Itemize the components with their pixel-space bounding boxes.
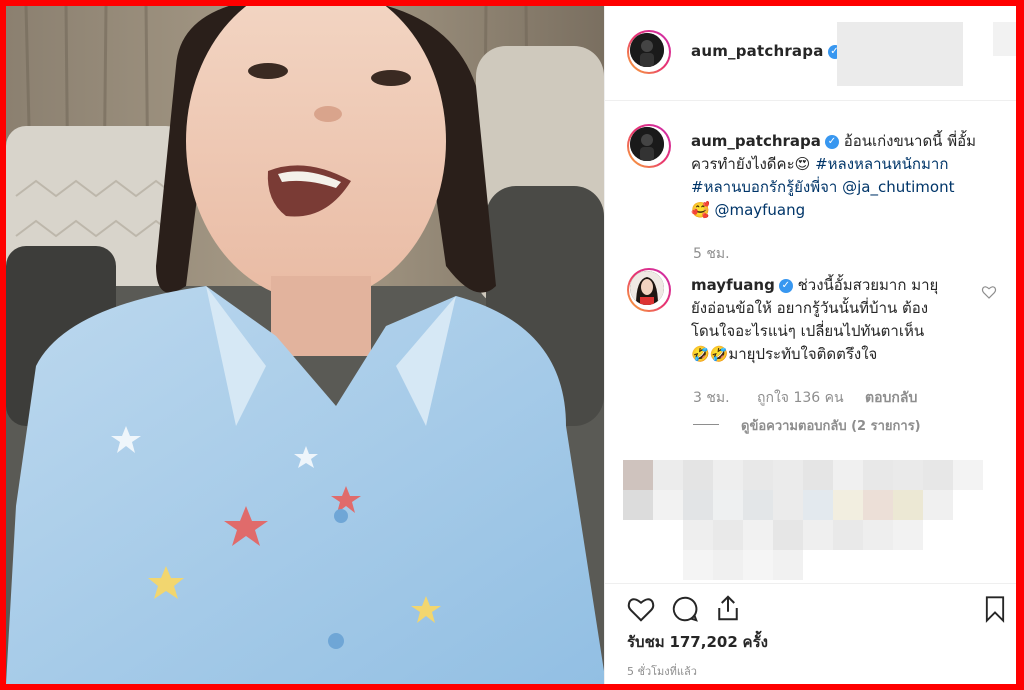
comment-line3: โดนใจอะไรแน่ๆ เปลี่ยนไปทันตาเห็น	[691, 322, 925, 340]
post-sidebar: aum_patchrapa ✓ aum_patchrapa ✓ อ้อนเก่งขน…	[604, 6, 1016, 684]
reply-button[interactable]: ตอบกลับ	[865, 387, 917, 409]
post-video[interactable]	[6, 6, 604, 684]
pixelated-comments	[623, 460, 999, 580]
view-count[interactable]: รับชม 177,202 ครั้ง	[627, 630, 768, 654]
blurred-area	[993, 22, 1016, 56]
heart-icon[interactable]	[625, 594, 657, 624]
mention-link[interactable]: @ja_chutimont	[842, 178, 954, 196]
caption-line2: ควรทำยังไงดีคะ	[691, 155, 795, 173]
heart-eyes-emoji: 😍	[794, 155, 811, 173]
blurred-area	[837, 22, 963, 86]
share-icon[interactable]	[713, 592, 743, 624]
mention-link[interactable]: @mayfuang	[714, 201, 805, 219]
comment-line2: ยังอ่อนข้อให้ อยากรู้วันนั้นที่บ้าน ต้อง	[691, 299, 929, 317]
views-unit: ครั้ง	[742, 633, 768, 651]
comment-icon[interactable]	[669, 594, 701, 624]
caption-time[interactable]: 5 ชม.	[693, 243, 730, 265]
view-replies-button[interactable]: ดูข้อความตอบกลับ (2 รายการ)	[741, 415, 921, 436]
comment: mayfuang ✓ ช่วงนี้อั้มสวยมาก มายุ ยังอ่อน…	[691, 274, 991, 366]
verified-icon: ✓	[778, 278, 793, 293]
video-frame-illustration	[6, 6, 604, 684]
header-username-text[interactable]: aum_patchrapa	[691, 42, 824, 60]
author-avatar[interactable]	[627, 30, 671, 74]
verified-icon: ✓	[824, 134, 839, 149]
heart-small-icon[interactable]	[981, 284, 997, 300]
caption-username[interactable]: aum_patchrapa	[691, 132, 821, 150]
caption-avatar[interactable]	[627, 124, 671, 168]
hashtag-link[interactable]: #หลงหลานหนักมาก	[815, 155, 948, 173]
laughing-emoji: 🤣🤣	[691, 345, 729, 363]
red-frame: aum_patchrapa ✓ aum_patchrapa ✓ อ้อนเก่งขน…	[0, 0, 1024, 690]
views-label: รับชม	[627, 633, 665, 651]
comment-line1: ช่วงนี้อั้มสวยมาก มายุ	[797, 276, 939, 294]
smiling-hearts-emoji: 🥰	[691, 201, 710, 219]
comment-username[interactable]: mayfuang	[691, 276, 775, 294]
caption-line1: อ้อนเก่งขนาดนี้ พี่อั้ม	[843, 132, 976, 150]
comment-time[interactable]: 3 ชม.	[693, 387, 730, 409]
instagram-post: aum_patchrapa ✓ aum_patchrapa ✓ อ้อนเก่งขน…	[6, 6, 1016, 684]
commenter-avatar[interactable]	[627, 268, 671, 312]
action-bar	[605, 583, 1016, 634]
post-timestamp[interactable]: 5 ชั่วโมงที่แล้ว	[627, 662, 697, 680]
post-header: aum_patchrapa ✓	[605, 6, 1016, 101]
comment-likes[interactable]: ถูกใจ 136 คน	[757, 387, 844, 409]
hashtag-link[interactable]: #หลานบอกรักรู้ยังพี่จา	[691, 178, 837, 196]
header-username[interactable]: aum_patchrapa ✓	[691, 42, 842, 60]
bookmark-icon[interactable]	[981, 594, 1009, 624]
views-number: 177,202	[669, 633, 738, 651]
replies-divider	[693, 424, 719, 425]
comment-line4: มายุประทับใจติดตรึงใจ	[728, 345, 878, 363]
caption: aum_patchrapa ✓ อ้อนเก่งขนาดนี้ พี่อั้ม ค…	[691, 130, 1001, 222]
